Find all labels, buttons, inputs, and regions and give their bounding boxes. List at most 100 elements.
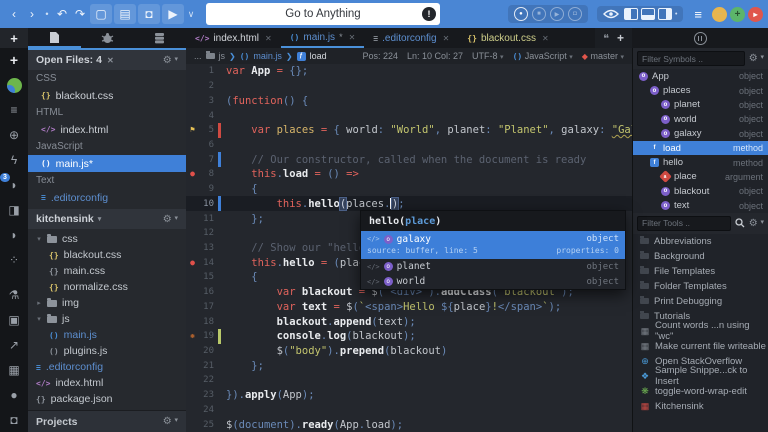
tree-file[interactable]: {}blackout.css [28,247,186,263]
breakpoint-icon[interactable]: ● [186,170,199,178]
tree-folder[interactable]: ▾css [28,231,186,247]
editor-tab-indexhtml[interactable]: </>index.html✕ [186,28,281,48]
tool-item[interactable]: ▦Kitchensink [633,399,768,414]
breadcrumb-file[interactable]: main.js [253,51,282,61]
symbol-row[interactable]: oblackoutobject [633,184,768,198]
screenshot-icon[interactable]: ▣ [4,311,24,329]
symbol-row[interactable]: ogalaxyobject [633,127,768,141]
status-git-branch[interactable]: ◆ master ▾ [582,51,624,61]
share-icon[interactable]: ⁘ [4,251,24,269]
breakpoint-icon[interactable]: ● [186,259,199,267]
symbols-gear-icon[interactable]: ⚙ ▾ [749,53,764,64]
feedback-icon[interactable]: ❝ [603,32,609,45]
completion-item[interactable]: </>oworldobject [361,274,625,289]
undo-icon[interactable]: ↶ [53,4,71,24]
symbol-row[interactable]: oworldobject [633,112,768,126]
project-header[interactable]: kitchensink ▾ ⚙ ▾ [28,209,186,229]
close-tab-icon[interactable]: ✕ [443,34,450,43]
tree-file[interactable]: {}normalize.css [28,279,186,295]
projects-footer[interactable]: Projects ⚙ ▾ [28,410,186,432]
editor-tab-mainjs[interactable]: ()main.js*✕ [281,28,365,48]
close-tab-icon[interactable]: ✕ [265,34,272,43]
symbol-row[interactable]: oplanetobject [633,98,768,112]
panel-layout-icon[interactable]: ◨ [4,201,24,219]
symbol-row[interactable]: oAppobject [633,69,768,83]
media-icon[interactable]: ▦ [4,361,24,379]
menu-hamburger-icon[interactable]: ≡ [694,7,702,22]
tree-file[interactable]: {}main.css [28,263,186,279]
ui-scale-increase-button[interactable]: + [730,7,745,22]
view-dropdown-icon[interactable]: • [675,11,677,18]
macro-record-button[interactable]: ● [514,7,528,21]
symbol-row[interactable]: oplacesobject [633,83,768,97]
back-icon[interactable]: ‹ [5,4,23,24]
breadcrumb-folder[interactable]: js [219,51,226,61]
toggle-bottom-panel-button[interactable] [641,8,655,20]
save-icon[interactable]: ◘ [138,4,160,24]
project-gear-icon[interactable]: ⚙ ▾ [163,214,178,225]
tool-item[interactable]: ▦Make current file writeable [633,339,768,354]
komodo-logo-icon[interactable] [4,76,24,94]
tree-file[interactable]: {}package.json [28,391,186,407]
go-to-anything-input[interactable]: Go to Anything ! [206,3,440,25]
tools-gear-icon[interactable]: ⚙ ▾ [749,218,764,229]
tool-item[interactable]: Folder Templates [633,279,768,294]
redo-icon[interactable]: ↷ [71,4,89,24]
ui-scale-decrease-button[interactable]: − [712,7,727,22]
status-encoding[interactable]: UTF-8 ▾ [472,51,504,61]
open-file-item[interactable]: ()main.js* [28,155,186,172]
minimap-icon[interactable]: ◗ [4,226,24,244]
completion-item[interactable]: </>oplanetobject [361,259,625,274]
open-files-close-icon[interactable]: ✕ [107,56,114,65]
screen-share-button[interactable]: ▸ [748,7,763,22]
new-file-icon[interactable]: ▢ [90,4,112,24]
tool-item[interactable]: ▦Count words ...n using "wc" [633,324,768,339]
unit-test-icon[interactable]: ⚗ [4,286,24,304]
symbol-row[interactable]: otextobject [633,199,768,213]
open-file-item[interactable]: {}blackout.css [28,87,186,104]
record-icon[interactable]: ● [4,386,24,404]
breadcrumb-symbol[interactable]: load [310,51,327,61]
add-split-icon[interactable]: + [617,31,624,45]
publish-sync-icon[interactable]: ⊕ [4,126,24,144]
tool-item[interactable]: Abbreviations [633,234,768,249]
close-tab-icon[interactable]: ✕ [542,34,549,43]
open-files-gear-icon[interactable]: ⚙ ▾ [163,55,178,66]
open-file-item[interactable]: ≡.editorconfig [28,189,186,206]
symbol-row[interactable]: floadmethod [633,141,768,155]
bookmark-icon[interactable]: ⚑ [186,126,199,134]
profiler-icon[interactable]: ↗ [4,336,24,354]
tree-folder[interactable]: ▾js [28,311,186,327]
open-file-item[interactable]: </>index.html [28,121,186,138]
session-save-icon[interactable]: ◘ [4,411,24,429]
symbol-row[interactable]: fhellomethod [633,155,768,169]
tool-item[interactable]: ❖Sample Snippe...ck to Insert [633,369,768,384]
history-dropdown-icon[interactable]: • [41,4,53,24]
quick-launch-icon[interactable]: ϟ [4,151,24,169]
editor-tab-blackoutcss[interactable]: {}blackout.css✕ [458,28,557,48]
tree-file[interactable]: </>index.html [28,375,186,391]
tree-file[interactable]: ()plugins.js [28,343,186,359]
tree-file[interactable]: ≡.editorconfig [28,359,186,375]
macro-stop-button[interactable]: ■ [532,7,546,21]
macro-play-button[interactable]: ▶ [550,7,564,21]
filter-tools-input[interactable]: Filter Tools .. [637,216,731,231]
forward-icon[interactable]: › [23,4,41,24]
open-file-icon[interactable]: ▤ [114,4,136,24]
run-icon[interactable]: ▶ [162,4,184,24]
status-language[interactable]: () JavaScript ▾ [513,51,573,61]
panel-tab-files[interactable] [28,28,81,48]
close-tab-icon[interactable]: ✕ [349,33,356,42]
filter-symbols-input[interactable]: Filter Symbols .. [637,51,745,66]
flame-icon[interactable]: ❋ [186,332,199,340]
editor-tab-editorconfig[interactable]: ≡.editorconfig✕ [364,28,458,48]
search-icon[interactable] [735,218,745,228]
tool-item[interactable]: Print Debugging [633,294,768,309]
toggle-left-panel-button[interactable] [624,8,638,20]
new-tab-button[interactable]: + [0,28,28,48]
preview-eye-icon[interactable] [603,9,619,19]
toggle-right-panel-button[interactable] [658,8,672,20]
panel-tab-toolbox[interactable] [81,28,134,48]
tree-folder[interactable]: ▸img [28,295,186,311]
projects-gear-icon[interactable]: ⚙ ▾ [163,416,178,427]
